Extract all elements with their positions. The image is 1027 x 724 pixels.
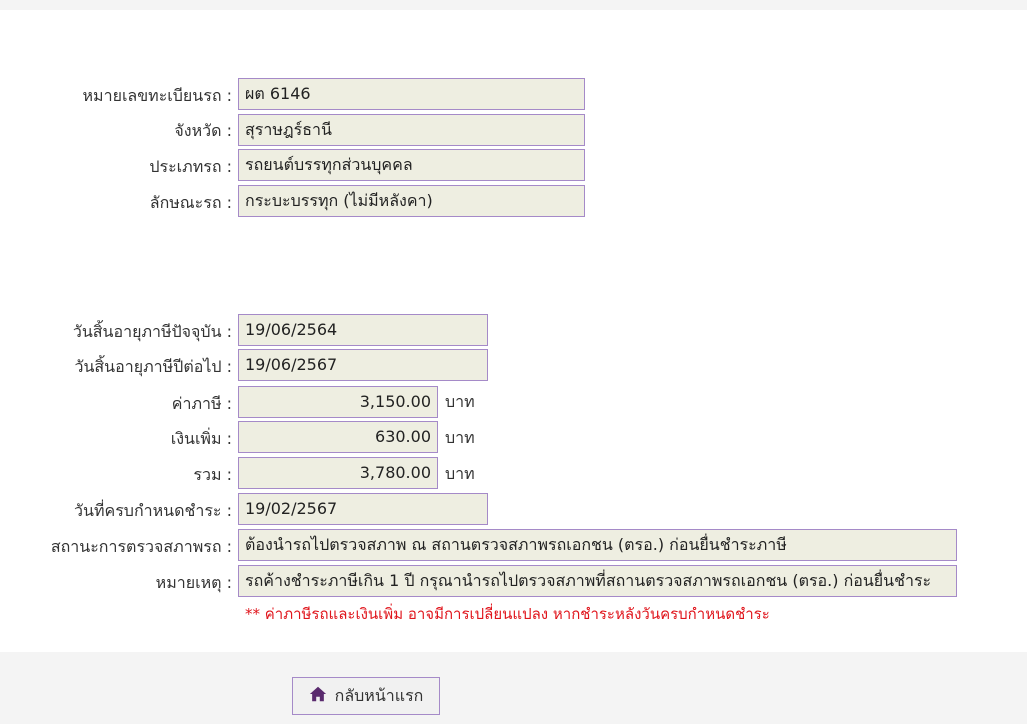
inspection-status-label: สถานะการตรวจสภาพรถ : (50, 537, 232, 556)
surcharge-field[interactable]: 630.00 (238, 421, 438, 453)
vehicle-type-field[interactable]: รถยนต์บรรทุกส่วนบุคคล (238, 149, 585, 181)
due-date-label: วันที่ครบกำหนดชำระ : (74, 501, 232, 520)
total-unit: บาท (445, 464, 475, 483)
warning-note: ** ค่าภาษีรถและเงินเพิ่ม อาจมีการเปลี่ยน… (245, 605, 770, 623)
next-expiry-label: วันสิ้นอายุภาษีปีต่อไป : (74, 357, 232, 376)
total-field[interactable]: 3,780.00 (238, 457, 438, 489)
vehicle-body-label: ลักษณะรถ : (149, 193, 232, 212)
vehicle-type-label: ประเภทรถ : (149, 157, 232, 176)
next-expiry-field[interactable]: 19/06/2567 (238, 349, 488, 381)
remark-field[interactable]: รถค้างชำระภาษีเกิน 1 ปี กรุณานำรถไปตรวจส… (238, 565, 957, 597)
total-label: รวม : (193, 465, 232, 484)
current-expiry-label: วันสิ้นอายุภาษีปัจจุบัน : (72, 322, 232, 341)
due-date-field[interactable]: 19/02/2567 (238, 493, 488, 525)
tax-fee-label: ค่าภาษี : (171, 394, 232, 413)
current-expiry-field[interactable]: 19/06/2564 (238, 314, 488, 346)
home-button[interactable]: กลับหน้าแรก (292, 677, 440, 715)
top-strip (0, 0, 1027, 10)
plate-label: หมายเลขทะเบียนรถ : (82, 86, 233, 105)
home-icon (309, 685, 327, 707)
vehicle-body-field[interactable]: กระบะบรรทุก (ไม่มีหลังคา) (238, 185, 585, 217)
tax-fee-field[interactable]: 3,150.00 (238, 386, 438, 418)
province-field[interactable]: สุราษฎร์ธานี (238, 114, 585, 146)
remark-label: หมายเหตุ : (155, 573, 232, 592)
tax-fee-unit: บาท (445, 392, 475, 411)
province-label: จังหวัด : (174, 121, 232, 140)
bottom-band (0, 652, 1027, 724)
surcharge-unit: บาท (445, 428, 475, 447)
surcharge-label: เงินเพิ่ม : (170, 429, 232, 448)
inspection-status-field[interactable]: ต้องนำรถไปตรวจสภาพ ณ สถานตรวจสภาพรถเอกชน… (238, 529, 957, 561)
plate-field[interactable]: ผต 6146 (238, 78, 585, 110)
home-button-label: กลับหน้าแรก (334, 685, 424, 705)
